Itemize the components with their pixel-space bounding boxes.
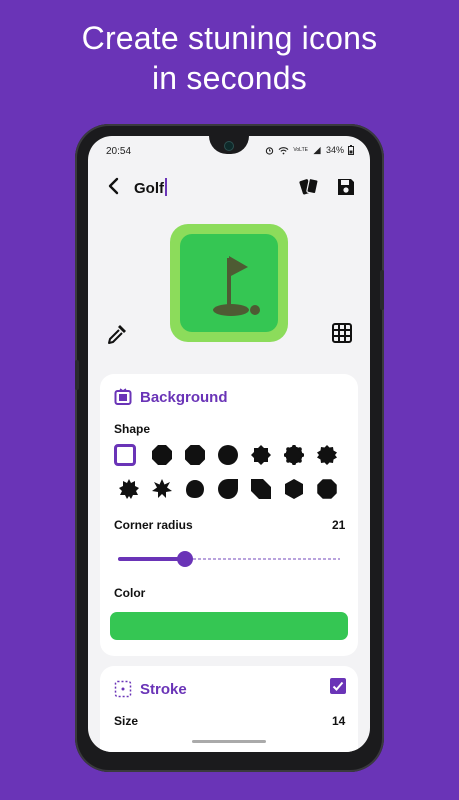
status-icons: VoLTE 34% (265, 145, 354, 155)
app-bar: Golf (88, 164, 370, 208)
shape-option-scalloped-circle[interactable] (284, 445, 304, 465)
home-indicator[interactable] (192, 740, 266, 743)
eyedropper-icon[interactable] (105, 322, 129, 346)
shape-option-rounded-octagon[interactable] (185, 445, 205, 465)
icon-preview-area (88, 208, 370, 360)
phone-side-button (380, 270, 384, 310)
battery-percent: 34% (325, 145, 344, 155)
back-arrow-icon[interactable] (104, 176, 124, 196)
status-time: 20:54 (106, 146, 132, 157)
front-camera (225, 142, 233, 150)
shape-option-square-selected[interactable] (114, 444, 136, 466)
shape-label: Shape (114, 422, 151, 436)
text-caret (165, 178, 167, 196)
battery-icon (348, 145, 354, 155)
shape-option-hexagon[interactable] (284, 479, 304, 499)
headline: Create stuning icons in seconds (0, 18, 459, 98)
alarm-icon (266, 146, 274, 155)
shape-option-blob[interactable] (185, 479, 205, 499)
status-signal-label: VoLTE (293, 147, 308, 153)
golf-flag-icon (213, 256, 260, 316)
corner-radius-slider-thumb[interactable] (176, 551, 193, 567)
corner-radius-label: Corner radius (114, 518, 193, 532)
stroke-size-label: Size (114, 714, 139, 728)
background-icon (114, 388, 132, 405)
shape-option-cut-square[interactable] (251, 479, 271, 499)
shape-option-octagon[interactable] (152, 445, 172, 465)
shape-option-burst[interactable] (119, 479, 139, 499)
checkmark-icon (332, 681, 344, 691)
cards-icon[interactable] (298, 177, 320, 197)
stroke-title: Stroke (140, 680, 187, 698)
stroke-enabled-checkbox[interactable] (330, 678, 346, 694)
color-label: Color (114, 586, 146, 600)
headline-line-1: Create stuning icons (81, 20, 378, 56)
shape-option-star-sharp[interactable] (152, 479, 172, 499)
shape-option-wavy-circle[interactable] (317, 445, 337, 465)
app-screen: 20:54 VoLTE 34% Golf Background Shape Co… (88, 136, 370, 752)
background-color-swatch[interactable] (110, 612, 348, 640)
background-card: Background Shape Corner radius 21 Color (100, 374, 358, 656)
shape-option-rounded-octagon-2[interactable] (317, 479, 337, 499)
icon-preview-background (180, 234, 278, 332)
background-header: Background (114, 388, 228, 406)
signal-icon (313, 146, 321, 154)
phone-volume-button (75, 360, 79, 390)
icon-name-input[interactable]: Golf (134, 178, 167, 197)
stroke-size-value: 14 (332, 714, 346, 728)
background-title: Background (140, 388, 228, 406)
grid-icon[interactable] (331, 322, 353, 344)
wifi-icon (278, 146, 289, 154)
corner-radius-value: 21 (332, 518, 346, 532)
shape-option-teardrop[interactable] (218, 479, 238, 499)
icon-name-value: Golf (134, 180, 164, 197)
save-icon[interactable] (336, 177, 356, 197)
stroke-header: Stroke (114, 680, 187, 698)
shape-option-circle[interactable] (218, 445, 238, 465)
stroke-icon (114, 680, 132, 698)
shape-option-star-8[interactable] (251, 445, 271, 465)
headline-line-2: in seconds (152, 60, 307, 96)
corner-radius-slider-fill (118, 557, 185, 561)
icon-preview-stroke (170, 224, 288, 342)
